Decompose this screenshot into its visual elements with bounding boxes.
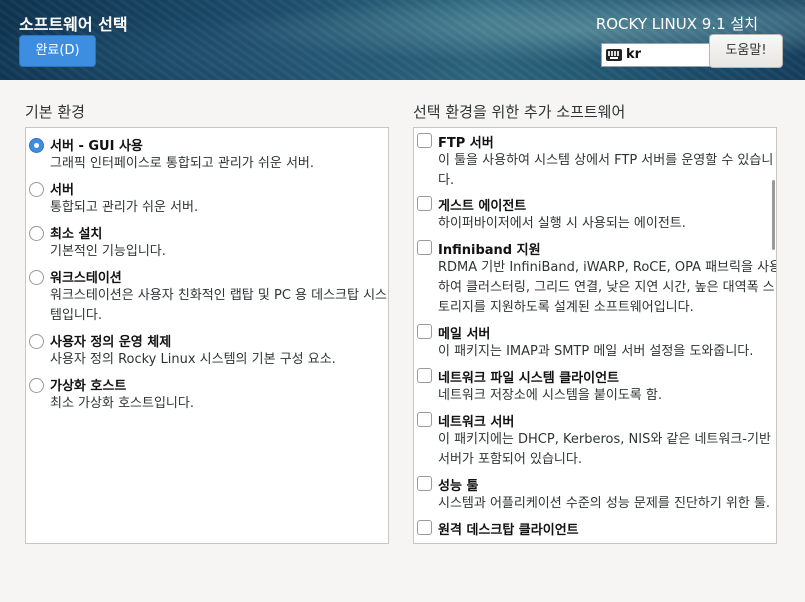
addon-checkbox[interactable] [417,476,432,491]
environment-title: 서버 - GUI 사용 [50,139,143,154]
addon-checkbox[interactable] [417,240,432,255]
environment-title: 최소 설치 [50,227,103,242]
addon-description: 이 패키지는 IMAP과 SMTP 메일 서버 설정을 도와줍니다. [438,344,754,359]
addon-description: 하이퍼바이저에서 실행 시 사용되는 에이전트. [438,216,686,231]
addon-description: 토리지를 지원하도록 설계된 소프트웨어입니다. [438,300,694,315]
addon-checkbox[interactable] [417,324,432,339]
environment-description: 그래픽 인터페이스로 통합되고 관리가 쉬운 서버. [50,156,314,171]
environment-title: 서버 [50,183,74,198]
addon-title: Infiniband 지원 [438,243,541,258]
environment-description: 통합되고 관리가 쉬운 서버. [50,200,199,215]
addon-description: 하여 클러스터링, 그리드 연결, 낮은 지연 시간, 높은 대역폭 스 [438,280,775,295]
addon-list-scrollbar[interactable] [772,180,775,250]
environment-title: 워크스테이션 [50,271,122,286]
addon-description: RDMA 기반 InfiniBand, iWARP, RoCE, OPA 패브릭… [438,260,777,275]
addon-checkbox[interactable] [417,196,432,211]
addon-description: 다. [438,173,455,188]
addons-heading: 선택 환경을 위한 추가 소프트웨어 [413,103,626,121]
addon-description: 서버가 포함되어 있습니다. [438,452,582,467]
addon-checkbox[interactable] [417,133,432,148]
addon-checkbox[interactable] [417,412,432,427]
environment-title: 사용자 정의 운영 체제 [50,335,172,350]
addon-description: 이 툴을 사용하여 시스템 상에서 FTP 서버를 운영할 수 있습니 [438,153,774,168]
radio-button[interactable] [29,334,44,349]
addon-title: 메일 서버 [438,327,491,342]
environment-description: 사용자 정의 Rocky Linux 시스템의 기본 구성 요소. [50,352,336,367]
addon-description: 이 패키지에는 DHCP, Kerberos, NIS와 같은 네트워크-기반 [438,432,771,447]
addon-title: 네트워크 파일 시스템 클라이언트 [438,371,620,386]
addon-title: 원격 데스크탑 클라이언트 [438,523,579,538]
done-button[interactable]: 완료(D) [19,35,96,67]
base-environment-heading: 기본 환경 [25,103,85,121]
base-environment-list: 서버 - GUI 사용 그래픽 인터페이스로 통합되고 관리가 쉬운 서버. 서… [25,127,389,544]
addon-title: 네트워크 서버 [438,415,515,430]
environment-description: 기본적인 기능입니다. [50,244,166,259]
environment-title: 가상화 호스트 [50,379,127,394]
radio-button[interactable] [29,182,44,197]
help-button[interactable]: 도움말! [709,34,783,68]
addon-title: 성능 툴 [438,479,479,494]
radio-button[interactable] [29,226,44,241]
addon-title: 게스트 에이전트 [438,199,527,214]
header-banner: 소프트웨어 선택 완료(D) ROCKY LINUX 9.1 설치 kr 도움말… [0,0,805,80]
addon-description: 시스템과 어플리케이션 수준의 성능 문제를 진단하기 위한 툴. [438,496,771,511]
addon-checkbox[interactable] [417,368,432,383]
spoke-title: 소프트웨어 선택 [19,15,128,34]
environment-description: 템입니다. [50,308,102,323]
keyboard-layout-indicator[interactable]: kr [601,43,712,67]
environment-description: 최소 가상화 호스트입니다. [50,396,194,411]
radio-button[interactable] [29,270,44,285]
addon-software-list: FTP 서버 이 툴을 사용하여 시스템 상에서 FTP 서버를 운영할 수 있… [413,127,777,544]
addon-checkbox[interactable] [417,520,432,535]
keyboard-icon [606,49,622,61]
addon-description: 네트워크 저장소에 시스템을 붙이도록 함. [438,388,662,403]
radio-button-selected[interactable] [29,138,44,153]
addon-title: FTP 서버 [438,136,494,151]
environment-description: 워크스테이션은 사용자 친화적인 랩탑 및 PC 용 데스크탑 시스 [50,288,388,303]
product-title: ROCKY LINUX 9.1 설치 [595,15,758,33]
radio-button[interactable] [29,378,44,393]
keyboard-layout-label: kr [626,47,642,62]
